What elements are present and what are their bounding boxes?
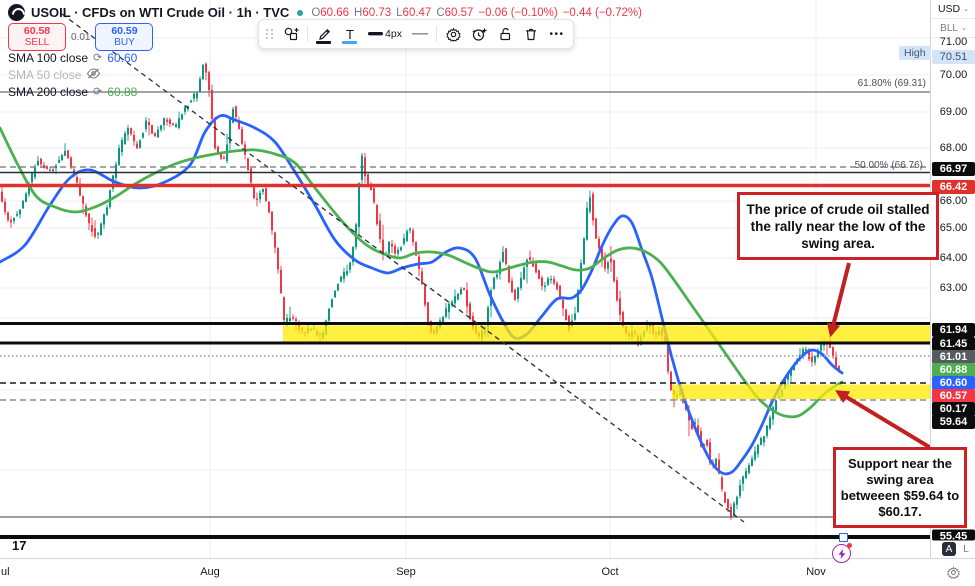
price-level-chip: 61.01	[932, 350, 975, 364]
price-level-chip: 70.51	[932, 50, 975, 64]
annotation-box-rally-stalled[interactable]: The price of crude oil stalled the rally…	[737, 192, 939, 260]
price-tick-label: 70.00	[931, 69, 975, 81]
fib-50-label: 50.00% (66.76)	[855, 160, 923, 171]
line-weight-value: 4px	[385, 28, 402, 40]
chevron-down-icon: ⌄	[961, 24, 967, 32]
open-value: 60.66	[320, 7, 349, 19]
line-weight-icon[interactable]: 4px	[364, 23, 406, 45]
ohlc-readout: O60.66 H60.73 L60.47 C60.57 −0.06 (−0.10…	[311, 7, 642, 19]
sync-refresh-icon[interactable]: ⟳	[93, 87, 102, 97]
price-level-chip: 60.60	[932, 376, 975, 390]
high-value: 60.73	[362, 7, 391, 19]
tradingview-logo-icon	[8, 4, 25, 21]
toolbar-divider	[436, 26, 437, 42]
price-level-chip: 60.88	[932, 363, 975, 377]
time-tick-label: ul	[1, 566, 10, 578]
currency-dropdown[interactable]: USD⌄	[931, 0, 975, 19]
candlestick-chart-canvas[interactable]	[0, 0, 930, 558]
price-tick-label: 68.00	[931, 142, 975, 154]
eye-hidden-icon[interactable]	[86, 68, 101, 82]
legend-row-sma50[interactable]: SMA 50 close	[8, 67, 101, 83]
settings-gear-icon[interactable]	[441, 23, 465, 45]
buy-button[interactable]: 60.59 BUY	[95, 23, 153, 51]
order-panel: 60.58 SELL 0.01 60.59 BUY	[8, 23, 153, 51]
scale-toggles: A L	[942, 542, 973, 556]
time-axis[interactable]: ul Aug Sep Oct Nov	[0, 558, 975, 586]
price-tick-label: 71.00	[931, 36, 975, 48]
alert-clock-plus-icon[interactable]	[467, 23, 491, 45]
time-tick-label: Sep	[396, 566, 416, 578]
fib-618-label: 61.80% (69.31)	[858, 78, 926, 89]
toolbar-divider	[307, 26, 308, 42]
symbol-title[interactable]: USOIL · CFDs on WTI Crude Oil · 1h · TVC	[31, 5, 289, 20]
price-tick-label: 69.00	[931, 106, 975, 118]
legend-row-sma100[interactable]: SMA 100 close ⟳ 60.60	[8, 50, 137, 66]
auto-scale-toggle[interactable]: A	[942, 542, 956, 556]
price-level-chip: 60.57	[932, 389, 975, 403]
price-tick-label: 63.00	[931, 282, 975, 294]
price-level-chip: 61.94	[932, 323, 975, 337]
annotation-box-support[interactable]: Support near the swing area betweeen $59…	[833, 447, 967, 528]
low-value: 60.47	[403, 7, 432, 19]
sync-refresh-icon[interactable]: ⟳	[93, 53, 102, 63]
corner-text: 17	[12, 538, 26, 553]
more-options-icon[interactable]: •••	[545, 23, 569, 45]
market-status-icon	[297, 10, 303, 16]
spread-value: 0.01	[70, 32, 91, 43]
shapes-plus-icon[interactable]	[279, 23, 303, 45]
price-level-chip: 60.17	[932, 402, 975, 416]
price-level-chip: 59.64	[932, 415, 975, 429]
drawing-toolbar: T 4px	[258, 19, 574, 49]
price-level-chip: 55.45	[932, 530, 975, 541]
sma100-value: 60.60	[107, 51, 137, 65]
price-level-chip: 66.97	[932, 162, 975, 176]
legend-row-sma200[interactable]: SMA 200 close ⟳ 60.88	[8, 84, 137, 100]
flash-alert-icon[interactable]	[832, 544, 851, 563]
pencil-icon[interactable]	[312, 23, 336, 45]
drag-handle-icon[interactable]	[263, 23, 277, 45]
high-marker-tag: High	[899, 46, 931, 60]
price-level-chip: 61.45	[932, 337, 975, 351]
change-value-2: −0.44 (−0.72%)	[563, 7, 642, 19]
log-scale-toggle[interactable]: L	[959, 542, 973, 556]
lock-open-icon[interactable]	[493, 23, 517, 45]
time-axis-gear-icon[interactable]	[946, 565, 961, 585]
time-tick-label: Oct	[601, 566, 618, 578]
close-value: 60.57	[445, 7, 474, 19]
line-selection-handle[interactable]	[839, 533, 848, 542]
sma200-value: 60.88	[107, 85, 137, 99]
sell-button[interactable]: 60.58 SELL	[8, 23, 66, 51]
time-tick-label: Aug	[200, 566, 220, 578]
text-tool-icon[interactable]: T	[338, 23, 362, 45]
time-tick-label: Nov	[806, 566, 826, 578]
chevron-down-icon: ⌄	[963, 5, 969, 13]
trash-icon[interactable]	[519, 23, 543, 45]
line-style-icon[interactable]	[408, 23, 432, 45]
change-value: −0.06 (−0.10%)	[478, 7, 557, 19]
trading-app-window: USOIL · CFDs on WTI Crude Oil · 1h · TVC…	[0, 0, 975, 586]
